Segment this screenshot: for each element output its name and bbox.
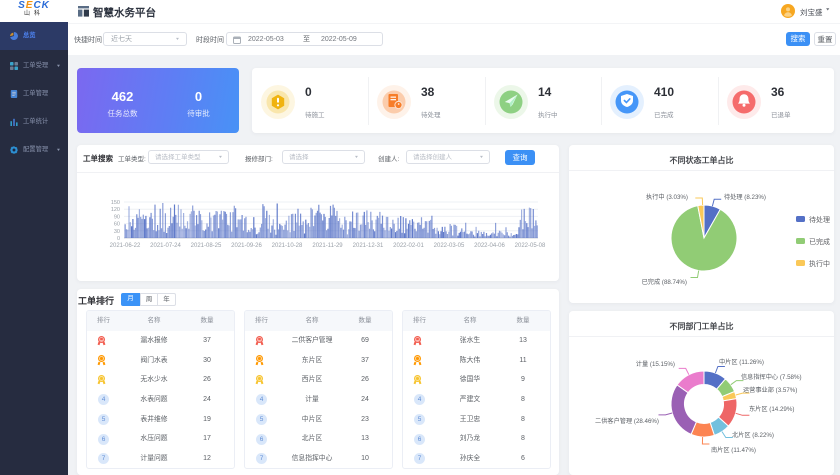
svg-text:2022-02-01: 2022-02-01 <box>393 243 424 249</box>
svg-text:2021-09-26: 2021-09-26 <box>231 243 262 249</box>
svg-text:已完成 (88.74%): 已完成 (88.74%) <box>642 278 687 286</box>
svg-text:2021-08-25: 2021-08-25 <box>191 243 222 249</box>
svg-text:2022-04-06: 2022-04-06 <box>474 243 505 249</box>
svg-text:2022-03-05: 2022-03-05 <box>434 243 465 249</box>
svg-text:执行中: 执行中 <box>809 259 830 268</box>
svg-text:中片区 (11.26%): 中片区 (11.26%) <box>719 358 764 366</box>
svg-text:东片区 (14.29%): 东片区 (14.29%) <box>749 405 794 413</box>
svg-text:60: 60 <box>114 222 120 228</box>
svg-text:2022-05-08: 2022-05-08 <box>515 243 546 249</box>
svg-text:150: 150 <box>111 200 120 206</box>
svg-text:待处理 (8.23%): 待处理 (8.23%) <box>724 193 766 201</box>
svg-text:南片区 (11.47%): 南片区 (11.47%) <box>711 446 756 454</box>
svg-text:2021-07-24: 2021-07-24 <box>150 243 181 249</box>
svg-text:2021-10-28: 2021-10-28 <box>272 243 303 249</box>
svg-text:运营事业部 (3.57%): 运营事业部 (3.57%) <box>743 386 797 394</box>
svg-text:待处理: 待处理 <box>809 215 830 224</box>
svg-text:0: 0 <box>117 236 120 242</box>
svg-text:二供客户管理 (28.46%): 二供客户管理 (28.46%) <box>595 417 659 425</box>
svg-text:2021-06-22: 2021-06-22 <box>110 243 141 249</box>
svg-text:120: 120 <box>111 207 120 213</box>
svg-text:2021-12-31: 2021-12-31 <box>353 243 384 249</box>
svg-text:执行中 (3.03%): 执行中 (3.03%) <box>646 193 688 201</box>
svg-text:90: 90 <box>114 214 120 220</box>
svg-text:计量 (15.15%): 计量 (15.15%) <box>636 360 675 368</box>
svg-text:信息指挥中心 (7.58%): 信息指挥中心 (7.58%) <box>741 373 802 381</box>
svg-text:2021-11-29: 2021-11-29 <box>312 243 343 249</box>
svg-text:北片区 (8.22%): 北片区 (8.22%) <box>732 431 774 439</box>
svg-text:30: 30 <box>114 229 120 235</box>
svg-text:已完成: 已完成 <box>809 237 830 246</box>
